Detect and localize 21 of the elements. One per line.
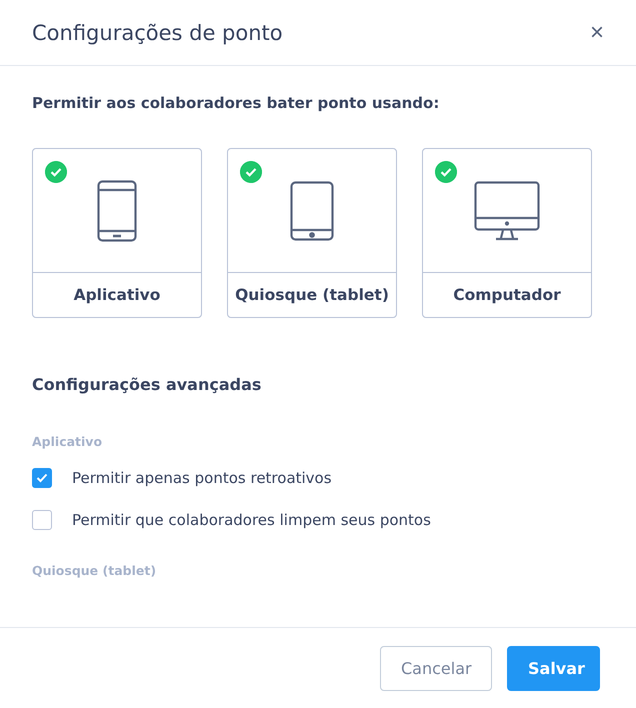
phone-icon [97,180,137,242]
checkbox[interactable] [32,510,52,530]
tablet-icon [290,180,334,240]
group-heading: Aplicativo [32,434,104,449]
method-card[interactable]: Quiosque (tablet) [227,148,397,318]
monitor-icon [474,180,540,240]
checkbox[interactable] [32,468,52,488]
group-heading: Quiosque (tablet) [32,563,158,578]
section-title: Configurações avançadas [32,375,262,394]
method-label: Aplicativo [72,285,162,306]
option-label: Permitir apenas pontos retroativos [72,469,332,487]
method-label: Quiosque (tablet) [234,285,390,306]
option-label: Permitir que colaboradores limpem seus pontos [72,511,431,529]
method-card[interactable]: Aplicativo [32,148,202,318]
cancel-button[interactable]: Cancelar [380,646,492,690]
close-button[interactable]: × [590,20,604,44]
section-prompt: Permitir aos colaboradores bater ponto usando: [32,94,440,112]
method-card[interactable]: Computador [422,148,592,318]
checkmark-icon [36,473,48,483]
dialog-title: Configurações de ponto [32,20,283,44]
method-label: Computador [452,285,562,306]
